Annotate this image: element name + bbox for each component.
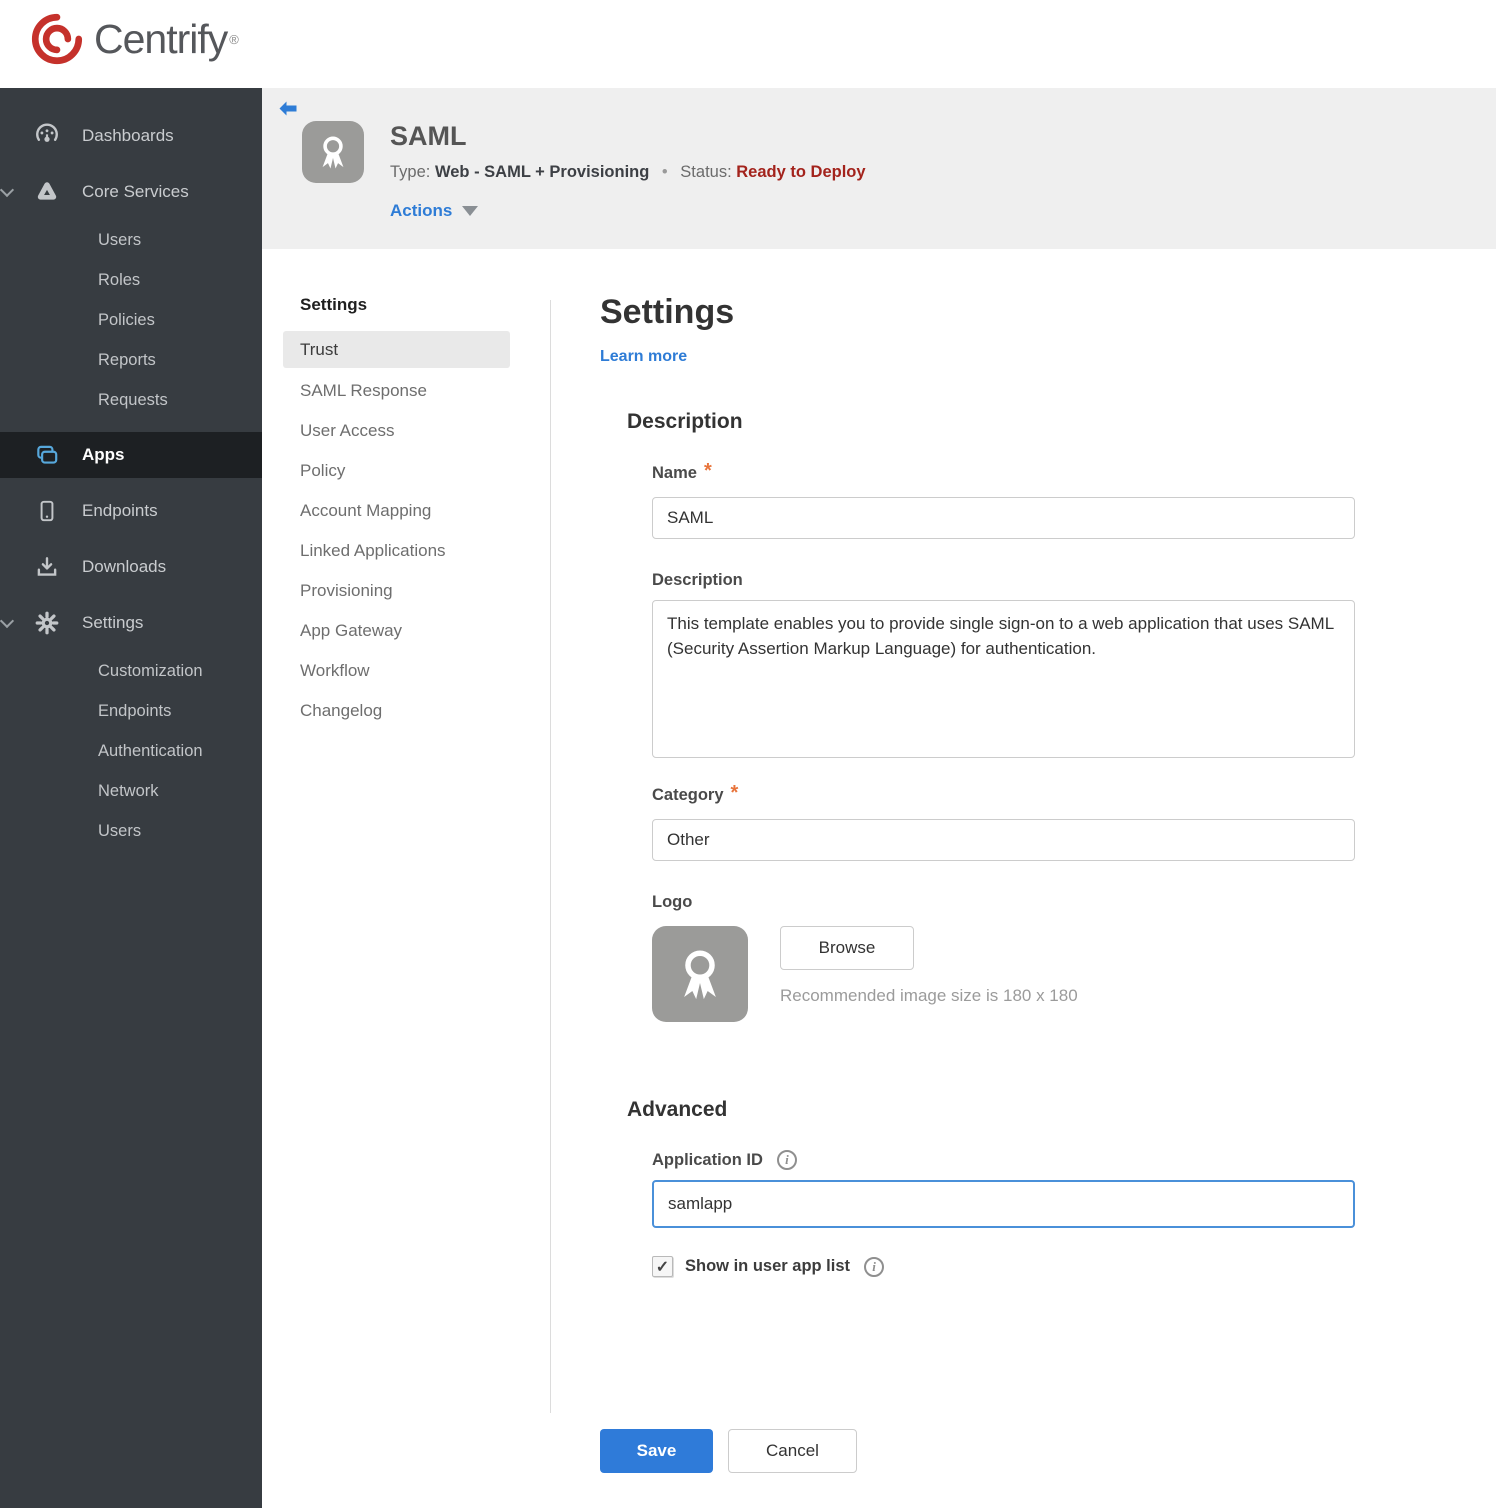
sidebar-item-reports[interactable]: Reports xyxy=(0,340,262,380)
ribbon-award-icon xyxy=(322,136,344,169)
description-section-heading: Description xyxy=(627,410,743,433)
sidebar-item-label: Downloads xyxy=(82,557,167,576)
back-arrow-icon[interactable] xyxy=(276,97,300,121)
mobile-device-icon xyxy=(40,500,54,522)
settings-subnav: Settings Trust SAML Response User Access… xyxy=(283,295,510,731)
application-id-input[interactable] xyxy=(652,1180,1355,1228)
cancel-button[interactable]: Cancel xyxy=(728,1429,857,1473)
logo-size-hint: Recommended image size is 180 x 180 xyxy=(780,986,1078,1005)
subnav-item-policy[interactable]: Policy xyxy=(283,451,510,491)
gear-icon xyxy=(35,611,59,635)
check-icon: ✓ xyxy=(655,1258,670,1276)
sidebar-item-settings-endpoints[interactable]: Endpoints xyxy=(0,691,262,731)
subnav-item-workflow[interactable]: Workflow xyxy=(283,651,510,691)
status-label: Status: xyxy=(680,163,732,181)
required-asterisk: * xyxy=(730,781,739,804)
required-asterisk: * xyxy=(703,459,712,482)
subnav-item-account-mapping[interactable]: Account Mapping xyxy=(283,491,510,531)
advanced-section-heading: Advanced xyxy=(627,1098,728,1121)
sidebar-item-label: Endpoints xyxy=(82,501,158,520)
dropdown-arrow-icon xyxy=(462,206,479,216)
subnav-heading: Settings xyxy=(300,295,368,314)
sidebar-item-settings[interactable]: Settings xyxy=(0,595,262,651)
application-id-field-label: Application ID i xyxy=(652,1150,1360,1170)
subnav-item-app-gateway[interactable]: App Gateway xyxy=(283,611,510,651)
meta-separator: • xyxy=(661,163,668,181)
form-title: Settings xyxy=(600,293,735,331)
info-icon[interactable]: i xyxy=(864,1256,885,1277)
type-value: Web - SAML + Provisioning xyxy=(434,163,650,181)
type-label: Type: xyxy=(390,163,431,181)
actions-label: Actions xyxy=(390,201,453,220)
subnav-item-linked-applications[interactable]: Linked Applications xyxy=(283,531,510,571)
sidebar-item-dashboards[interactable]: Dashboards xyxy=(0,108,262,164)
gauge-icon xyxy=(36,123,58,142)
core-services-icon xyxy=(37,182,57,200)
sidebar-item-label: Settings xyxy=(82,613,144,632)
registered-mark: ® xyxy=(229,31,239,47)
sidebar-item-requests[interactable]: Requests xyxy=(0,380,262,420)
sidebar-item-roles[interactable]: Roles xyxy=(0,260,262,300)
download-icon xyxy=(37,557,57,576)
sidebar-item-users[interactable]: Users xyxy=(0,220,262,260)
sidebar-item-network[interactable]: Network xyxy=(0,771,262,811)
chevron-down-icon xyxy=(0,182,15,198)
logo-field-label: Logo xyxy=(652,893,693,911)
sidebar-item-label: Apps xyxy=(82,445,125,464)
app-meta-line: Type: Web - SAML + Provisioning • Status… xyxy=(390,163,866,182)
learn-more-link[interactable]: Learn more xyxy=(600,348,687,366)
page-title: SAML xyxy=(390,121,467,151)
sidebar-item-authentication[interactable]: Authentication xyxy=(0,731,262,771)
subnav-item-user-access[interactable]: User Access xyxy=(283,411,510,451)
actions-dropdown[interactable]: Actions xyxy=(390,201,479,221)
subnav-item-trust[interactable]: Trust xyxy=(283,331,510,368)
category-input[interactable] xyxy=(652,819,1355,861)
sidebar: Dashboards Core Services Users Roles Pol… xyxy=(0,88,262,1508)
chevron-down-icon xyxy=(0,613,15,629)
sidebar-item-policies[interactable]: Policies xyxy=(0,300,262,340)
vertical-divider xyxy=(550,300,551,1413)
app-header: SAML Type: Web - SAML + Provisioning • S… xyxy=(262,88,1496,249)
brand-name: Centrify xyxy=(94,15,228,62)
description-field-label: Description xyxy=(652,571,743,589)
sidebar-item-label: Dashboards xyxy=(82,126,174,145)
sidebar-item-endpoints[interactable]: Endpoints xyxy=(0,483,262,539)
logo-preview xyxy=(652,926,748,1022)
show-in-user-app-list-label: Show in user app list xyxy=(685,1257,851,1275)
name-field-label: Name * xyxy=(652,459,712,483)
ribbon-award-icon xyxy=(684,950,716,1000)
subnav-item-changelog[interactable]: Changelog xyxy=(283,691,510,731)
browse-button[interactable]: Browse xyxy=(780,926,914,970)
apps-icon xyxy=(37,445,58,464)
app-logo-badge xyxy=(302,121,364,183)
sidebar-item-downloads[interactable]: Downloads xyxy=(0,539,262,595)
sidebar-item-customization[interactable]: Customization xyxy=(0,651,262,691)
sidebar-item-label: Core Services xyxy=(82,182,189,201)
sidebar-item-settings-users[interactable]: Users xyxy=(0,811,262,851)
centrify-swirl-icon xyxy=(31,13,83,65)
top-bar: Centrify ® xyxy=(0,0,1496,88)
sidebar-item-apps[interactable]: Apps xyxy=(0,432,262,478)
save-button[interactable]: Save xyxy=(600,1429,713,1473)
info-icon[interactable]: i xyxy=(776,1150,797,1170)
subnav-item-saml-response[interactable]: SAML Response xyxy=(283,371,510,411)
name-input[interactable] xyxy=(652,497,1355,539)
sidebar-item-core-services[interactable]: Core Services xyxy=(0,164,262,220)
show-in-user-app-list-checkbox[interactable]: ✓ xyxy=(652,1256,673,1277)
category-field-label: Category * xyxy=(652,781,739,805)
subnav-item-provisioning[interactable]: Provisioning xyxy=(283,571,510,611)
brand-logo: Centrify ® xyxy=(28,10,239,68)
status-badge: Ready to Deploy xyxy=(736,163,866,181)
description-textarea[interactable]: This template enables you to provide sin… xyxy=(652,600,1355,758)
settings-form: Settings Learn more Description Name * D… xyxy=(600,292,1360,1473)
